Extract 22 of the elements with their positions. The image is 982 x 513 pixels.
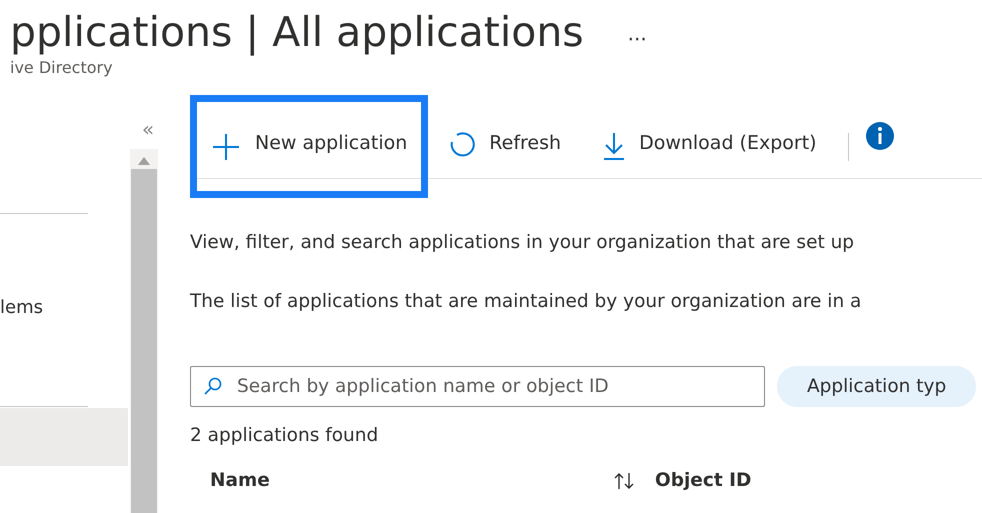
info-icon xyxy=(864,121,895,151)
toolbar-button[interactable]: Refresh xyxy=(428,95,582,198)
description-text: The list of applications that are maintained by your organization are in a xyxy=(190,290,862,314)
plus-icon xyxy=(211,132,241,162)
search-icon xyxy=(204,377,222,395)
collapse-button[interactable]: « xyxy=(142,117,154,141)
toolbar-button[interactable]: New application xyxy=(190,95,428,198)
description-text: View, filter, and search applications in your organization that are set up xyxy=(190,231,856,255)
page-title: pplications | All applications xyxy=(10,8,584,56)
toolbar-button[interactable]: Download (Export) xyxy=(582,95,838,198)
scroll-up-icon[interactable] xyxy=(138,157,150,165)
result-count: 2 applications found xyxy=(190,425,380,446)
filter-pill[interactable]: Application typ xyxy=(777,366,976,407)
sort-icon[interactable] xyxy=(613,470,635,490)
column-header[interactable]: Name xyxy=(190,470,635,491)
sidebar-item[interactable]: lems xyxy=(0,214,128,406)
search-field[interactable]: Search by application name or object ID xyxy=(190,366,765,407)
refresh-icon xyxy=(449,132,476,158)
more-options[interactable]: ··· xyxy=(628,27,647,51)
column-header[interactable]: Object ID xyxy=(635,470,752,491)
download-icon xyxy=(603,132,626,160)
page-subtitle: ive Directory xyxy=(10,58,114,77)
